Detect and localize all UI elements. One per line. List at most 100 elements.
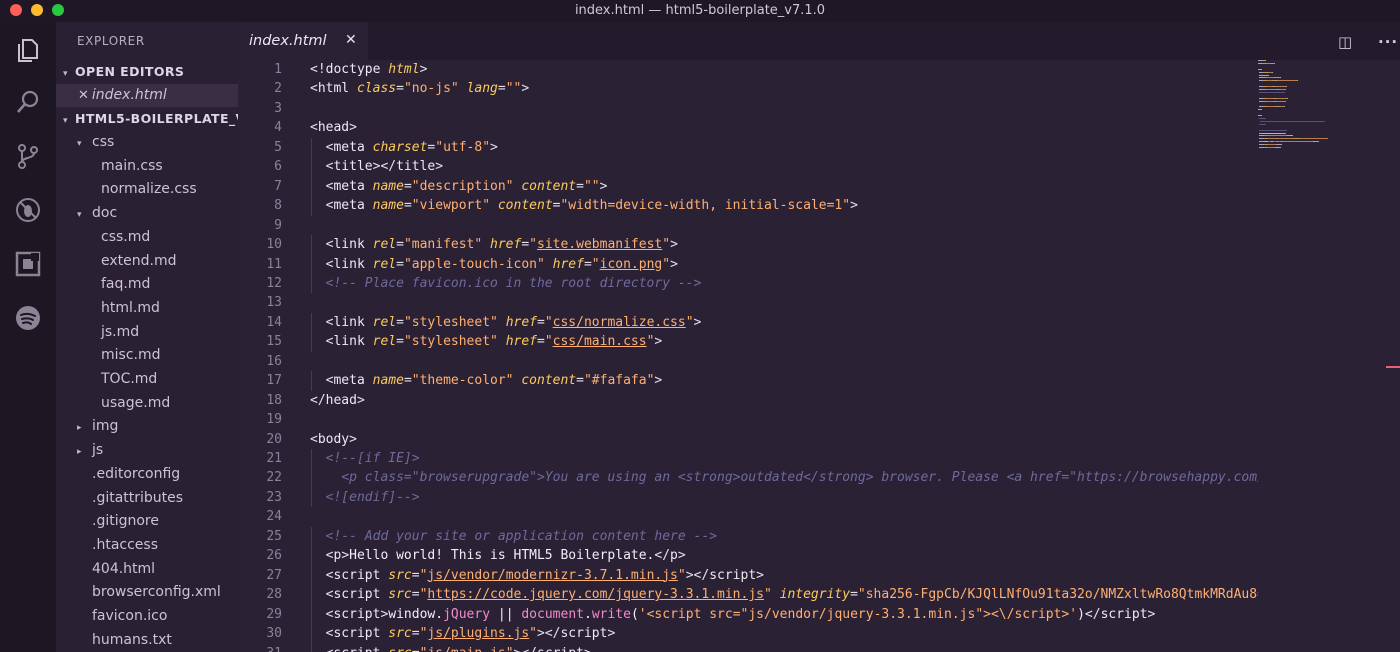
code-text: <meta charset="utf-8"> xyxy=(310,138,498,158)
tree-item[interactable]: usage.md xyxy=(56,392,238,415)
minimap[interactable] xyxy=(1256,60,1386,160)
chevron-right-icon: ▸ xyxy=(77,423,82,434)
code-line[interactable]: 12 <!-- Place favicon.ico in the root di… xyxy=(238,273,1258,294)
spotify-icon[interactable] xyxy=(14,304,42,332)
tree-item[interactable]: TOC.md xyxy=(56,368,238,391)
code-line[interactable]: 18 </head> xyxy=(238,391,1258,411)
code-token: link xyxy=(333,314,373,330)
code-line[interactable]: 27 <script src="js/vendor/modernizr-3.7.… xyxy=(238,565,1258,586)
minimap-stroke xyxy=(1266,100,1273,102)
tree-item[interactable]: .htaccess xyxy=(56,534,238,557)
code-token: src xyxy=(388,646,411,652)
code-token: > xyxy=(599,178,608,194)
tree-item[interactable]: humans.txt xyxy=(56,629,238,652)
code-line[interactable]: 8 <meta name="viewport" content="width=d… xyxy=(238,196,1258,216)
search-icon[interactable] xyxy=(14,88,42,116)
line-number: 22 xyxy=(266,470,282,486)
code-line[interactable]: 2 <html class="no-js" lang=""> xyxy=(238,79,1258,99)
tree-item[interactable]: ▸ js xyxy=(56,439,238,462)
code-line[interactable]: 26 <p>Hello world! This is HTML5 Boilerp… xyxy=(238,546,1258,566)
tree-item[interactable]: .gitignore xyxy=(56,510,238,533)
tree-item[interactable]: 404.html xyxy=(56,558,238,581)
minimap-stroke xyxy=(1286,86,1287,88)
tree-item[interactable]: normalize.css xyxy=(56,178,238,201)
line-number: 28 xyxy=(266,587,282,603)
code-line[interactable]: 7 <meta name="description" content=""> xyxy=(238,176,1258,197)
code-line[interactable]: 30 <script src="js/plugins.js"></script> xyxy=(238,624,1258,644)
tree-item[interactable]: browserconfig.xml xyxy=(56,581,238,604)
code-line[interactable]: 13 xyxy=(238,293,1258,313)
code-line[interactable]: 17 <meta name="theme-color" content="#fa… xyxy=(238,371,1258,391)
open-editors-header[interactable]: ▾ OPEN EDITORS xyxy=(56,60,238,83)
code-line[interactable]: 21 <!--[if IE]> xyxy=(238,449,1258,469)
tree-item[interactable]: faq.md xyxy=(56,273,238,296)
close-icon[interactable]: ✕ xyxy=(345,32,357,48)
code-token: = xyxy=(396,81,404,97)
minimap-stroke xyxy=(1272,71,1273,73)
split-editor-icon[interactable]: ◫ xyxy=(1338,33,1352,51)
code-line[interactable]: 9 xyxy=(238,216,1258,236)
tree-item[interactable]: extend.md xyxy=(56,250,238,273)
minimap-stroke xyxy=(1277,80,1297,82)
code-token: script xyxy=(709,567,757,583)
code-text: <!--[if IE]> xyxy=(310,449,420,469)
code-line[interactable]: 16 xyxy=(238,352,1258,372)
tree-item[interactable]: main.css xyxy=(56,155,238,178)
code-line[interactable]: 15 <link rel="stylesheet" href="css/main… xyxy=(238,332,1258,352)
code-line[interactable]: 22 <p class="browserupgrade">You are usi… xyxy=(238,468,1258,488)
code-line[interactable]: 10 <link rel="manifest" href="site.webma… xyxy=(238,235,1258,255)
code-text: <html class="no-js" lang=""> xyxy=(310,79,529,99)
open-editor-item[interactable]: ✕ index.html xyxy=(56,84,238,107)
tab-index-html[interactable]: index.html ✕ xyxy=(238,22,368,60)
code-line[interactable]: 25 <!-- Add your site or application con… xyxy=(238,526,1258,547)
code-line[interactable]: 14 <link rel="stylesheet" href="css/norm… xyxy=(238,312,1258,333)
code-line[interactable]: 19 xyxy=(238,410,1258,430)
extensions-icon[interactable] xyxy=(14,250,42,278)
source-control-icon[interactable] xyxy=(14,142,42,170)
code-line[interactable]: 1 <!doctype html> xyxy=(238,60,1258,80)
chevron-down-icon: ▾ xyxy=(77,210,82,221)
code-token: script xyxy=(333,606,381,622)
code-token: meta xyxy=(333,139,373,155)
code-token: write xyxy=(591,606,631,622)
code-token: link xyxy=(333,334,373,350)
code-line[interactable]: 24 xyxy=(238,507,1258,527)
code-line[interactable]: 6 <title></title> xyxy=(238,157,1258,177)
project-header[interactable]: ▾HTML5-BOILERPLATE_V... xyxy=(56,107,238,130)
tree-item[interactable]: ▾ css xyxy=(56,131,238,154)
code-line[interactable]: 4 <head> xyxy=(238,118,1258,138)
tree-item[interactable]: js.md xyxy=(56,321,238,344)
more-actions-icon[interactable]: ··· xyxy=(1378,33,1398,51)
tree-item[interactable]: html.md xyxy=(56,297,238,320)
tree-item[interactable]: .gitattributes xyxy=(56,487,238,510)
tree-item[interactable]: favicon.ico xyxy=(56,605,238,628)
tree-item[interactable]: ▾ doc xyxy=(56,202,238,225)
close-icon[interactable]: ✕ xyxy=(78,88,89,103)
code-line[interactable]: 28 <script src="https://code.jquery.com/… xyxy=(238,585,1258,605)
tree-item[interactable]: misc.md xyxy=(56,344,238,367)
code-line[interactable]: 5 <meta charset="utf-8"> xyxy=(238,137,1258,158)
code-token: " xyxy=(662,237,671,253)
tree-item[interactable]: .editorconfig xyxy=(56,463,238,486)
code-line[interactable]: 11 <link rel="apple-touch-icon" href="ic… xyxy=(238,254,1258,274)
code-token: src xyxy=(388,587,412,603)
minimap-stroke xyxy=(1266,106,1274,108)
code-line[interactable]: 23 <![endif]--> xyxy=(238,487,1258,508)
code-line[interactable]: 3 xyxy=(238,99,1258,119)
tree-item[interactable]: ▸ img xyxy=(56,415,238,438)
code-line[interactable]: 29 <script>window.jQuery || document.wri… xyxy=(238,604,1258,625)
tree-item[interactable]: css.md xyxy=(56,226,238,249)
code-area[interactable]: 1 <!doctype html> 2 <html class="no-js" lan… xyxy=(238,60,1258,652)
debug-icon[interactable] xyxy=(14,196,42,224)
code-line[interactable]: 20 <body> xyxy=(238,430,1258,450)
code-token: script xyxy=(333,587,389,603)
line-number: 11 xyxy=(266,256,282,272)
code-line[interactable]: 31 <script src="js/main.js"></script> xyxy=(238,643,1258,652)
files-icon[interactable] xyxy=(14,36,42,64)
code-token: " xyxy=(591,256,600,272)
minimap-stroke xyxy=(1268,74,1269,76)
activity-bar xyxy=(0,22,56,652)
